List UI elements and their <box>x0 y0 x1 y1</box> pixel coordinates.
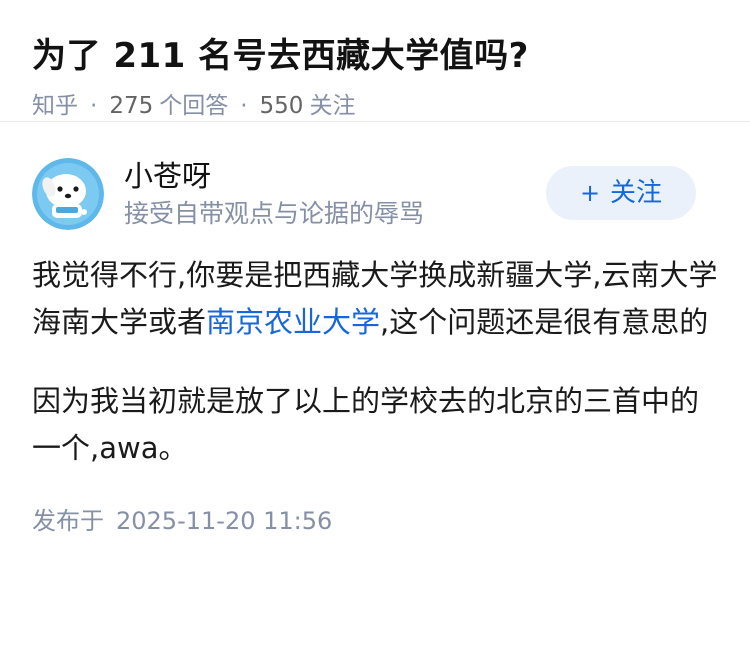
answer-count-link[interactable]: 275 个回答 <box>109 93 228 119</box>
university-link[interactable]: 南京农业大学 <box>206 305 380 339</box>
answer-text: ,这个问题还是很有意思的 <box>380 305 709 339</box>
question-title[interactable]: 为了 211 名号去西藏大学值吗? <box>32 30 718 82</box>
meta-separator: · <box>90 93 98 119</box>
question-header: 为了 211 名号去西藏大学值吗? 知乎 · 275 个回答 · 550 关注 <box>0 0 750 122</box>
publish-time-value: 2025-11-20 11:56 <box>116 507 333 535</box>
publish-label: 发布于 <box>32 507 104 535</box>
follow-button[interactable]: + 关注 <box>546 166 696 220</box>
question-meta: 知乎 · 275 个回答 · 550 关注 <box>32 88 718 124</box>
follow-button-label: 关注 <box>610 178 663 208</box>
follower-count-link[interactable]: 550 关注 <box>260 93 356 119</box>
author-row: 小苍呀 接受自带观点与论据的辱骂 + 关注 <box>32 154 718 234</box>
source-label[interactable]: 知乎 <box>32 93 78 119</box>
answer-count: 275 <box>109 93 154 119</box>
answer-paragraph: 我觉得不行,你要是把西藏大学换成新疆大学,云南大学 海南大学或者南京农业大学,这… <box>32 252 718 346</box>
publish-time: 发布于 2025-11-20 11:56 <box>32 504 718 538</box>
answer-body: 我觉得不行,你要是把西藏大学换成新疆大学,云南大学 海南大学或者南京农业大学,这… <box>32 252 718 472</box>
answer-paragraph: 因为我当初就是放了以上的学校去的北京的三首中的一个,awa。 <box>32 384 700 465</box>
answer-card: 小苍呀 接受自带观点与论据的辱骂 + 关注 我觉得不行,你要是把西藏大学换成新疆大… <box>0 122 750 538</box>
plus-icon: + <box>579 179 601 207</box>
follower-count: 550 <box>259 93 304 119</box>
dog-avatar-icon[interactable] <box>32 158 104 230</box>
answer-count-label: 个回答 <box>159 93 229 119</box>
meta-separator: · <box>240 93 248 119</box>
follower-count-label: 关注 <box>309 93 356 119</box>
